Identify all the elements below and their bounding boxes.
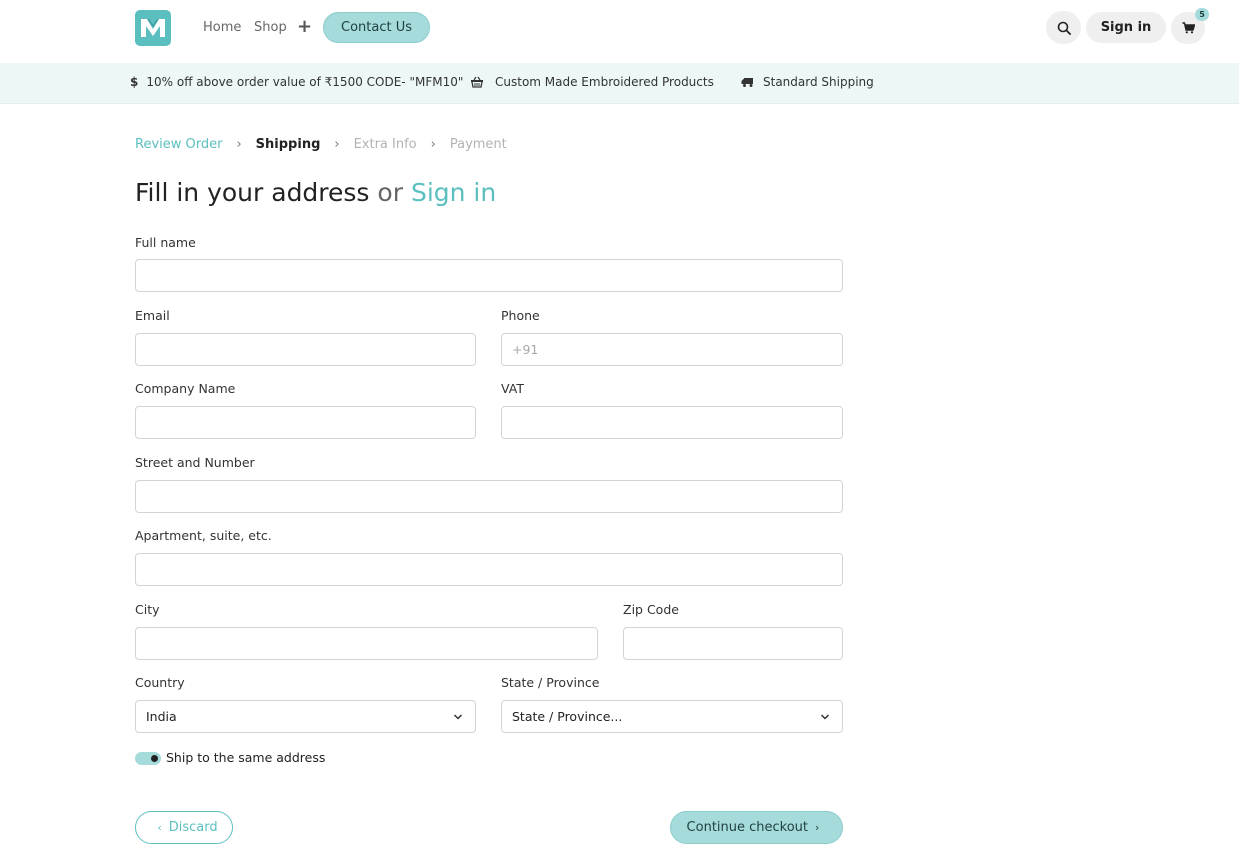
step-review-order[interactable]: Review Order — [135, 137, 222, 152]
dollar-icon: $ — [130, 75, 139, 89]
promo-shipping-text: Standard Shipping — [763, 75, 874, 89]
email-label: Email — [135, 308, 170, 323]
street-label: Street and Number — [135, 455, 255, 470]
nav-home-link[interactable]: Home — [203, 20, 241, 35]
company-field[interactable] — [135, 406, 476, 439]
toggle-knob — [151, 755, 158, 762]
apartment-label: Apartment, suite, etc. — [135, 528, 272, 543]
promo-discount-text: 10% off above order value of ₹1500 CODE-… — [146, 75, 464, 89]
chevron-right-icon: › — [236, 137, 242, 152]
page-title: Fill in your address or Sign in — [135, 178, 496, 207]
header-signin-button[interactable]: Sign in — [1086, 12, 1166, 43]
city-label: City — [135, 602, 160, 617]
basket-icon — [471, 76, 483, 88]
step-extra-info: Extra Info — [353, 137, 417, 152]
full-name-label: Full name — [135, 235, 196, 250]
phone-label: Phone — [501, 308, 540, 323]
chevron-right-icon: › — [430, 137, 436, 152]
same-address-label: Ship to the same address — [166, 750, 326, 765]
nav-shop-link[interactable]: Shop — [254, 20, 287, 35]
page-title-main: Fill in your address — [135, 178, 370, 207]
country-select[interactable]: India — [135, 700, 476, 733]
city-field[interactable] — [135, 627, 598, 660]
discard-button[interactable]: ‹ Discard — [135, 811, 233, 844]
truck-icon — [741, 77, 753, 87]
company-label: Company Name — [135, 381, 236, 396]
discard-label: Discard — [168, 820, 218, 835]
search-button[interactable] — [1046, 11, 1081, 44]
continue-label: Continue checkout — [686, 820, 809, 835]
state-select[interactable]: State / Province... — [501, 700, 843, 733]
chevron-left-icon: ‹ — [157, 821, 162, 834]
step-shipping: Shipping — [255, 137, 321, 152]
state-label: State / Province — [501, 675, 600, 690]
page-title-or: or — [377, 178, 403, 207]
promo-custom-made-text: Custom Made Embroidered Products — [495, 75, 714, 89]
email-field[interactable] — [135, 333, 476, 366]
promo-bar: $ 10% off above order value of ₹1500 COD… — [0, 63, 1239, 104]
chevron-down-icon — [453, 714, 463, 720]
cart-icon — [1182, 22, 1195, 34]
chevron-right-icon: › — [815, 821, 820, 834]
promo-discount: $ 10% off above order value of ₹1500 COD… — [130, 75, 463, 89]
brand-logo[interactable] — [135, 10, 171, 46]
title-signin-link[interactable]: Sign in — [411, 178, 496, 207]
country-select-value: India — [146, 709, 177, 724]
promo-custom-made: Custom Made Embroidered Products — [470, 75, 714, 89]
phone-field[interactable] — [501, 333, 843, 366]
state-select-value: State / Province... — [512, 709, 623, 724]
nav-more-plus-icon[interactable]: + — [297, 16, 312, 37]
apartment-field[interactable] — [135, 553, 843, 586]
continue-checkout-button[interactable]: Continue checkout › — [670, 811, 843, 844]
zip-field[interactable] — [623, 627, 843, 660]
checkout-breadcrumb: Review Order › Shipping › Extra Info › P… — [135, 137, 507, 152]
vat-field[interactable] — [501, 406, 843, 439]
site-header: Home Shop + Contact Us Sign in 5 — [0, 0, 1239, 63]
promo-shipping: Standard Shipping — [741, 75, 874, 89]
search-icon — [1057, 21, 1071, 35]
vat-label: VAT — [501, 381, 524, 396]
zip-label: Zip Code — [623, 602, 679, 617]
logo-monogram-icon — [141, 18, 165, 37]
chevron-down-icon — [820, 714, 830, 720]
contact-us-button[interactable]: Contact Us — [323, 12, 430, 43]
cart-count-badge: 5 — [1195, 8, 1209, 21]
country-label: Country — [135, 675, 185, 690]
chevron-right-icon: › — [334, 137, 340, 152]
full-name-field[interactable] — [135, 259, 843, 292]
step-payment: Payment — [449, 137, 507, 152]
same-address-toggle[interactable] — [135, 752, 161, 765]
street-field[interactable] — [135, 480, 843, 513]
